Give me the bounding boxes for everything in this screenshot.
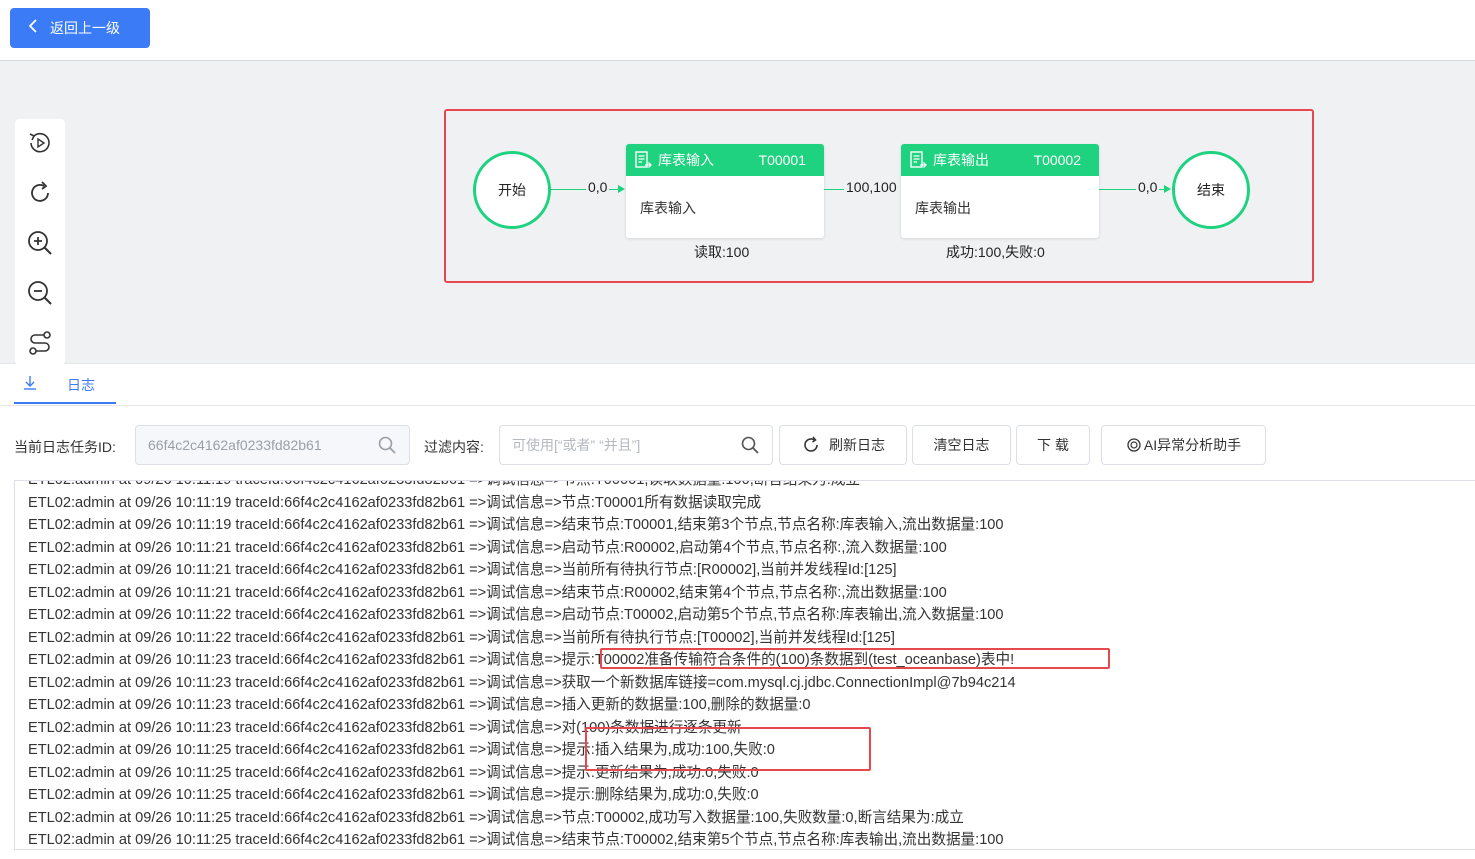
log-line: ETL02:admin at 09/26 10:11:21 traceId:66…: [28, 539, 947, 556]
start-node-label: 开始: [498, 182, 526, 198]
node-code: T00001: [758, 152, 806, 168]
end-node-label: 结束: [1197, 182, 1225, 198]
zoom-out-icon[interactable]: [24, 277, 56, 309]
node-table-input[interactable]: 库表输入 T00001 库表输入: [626, 144, 824, 238]
download-button[interactable]: 下 载: [1016, 425, 1090, 465]
node-table-output[interactable]: 库表输出 T00002 库表输出: [901, 144, 1099, 238]
replay-icon[interactable]: [24, 127, 56, 159]
log-line: ETL02:admin at 09/26 10:11:23 traceId:66…: [28, 719, 742, 736]
refresh-icon[interactable]: [24, 177, 56, 209]
node-header: 库表输入 T00001: [626, 144, 824, 176]
zoom-in-icon[interactable]: [24, 227, 56, 259]
download-icon[interactable]: [14, 374, 46, 404]
node-body: 库表输出: [915, 200, 971, 216]
connector-label: 0,0: [1136, 179, 1160, 195]
table-input-icon: [634, 151, 652, 169]
log-line: ETL02:admin at 09/26 10:11:23 traceId:66…: [28, 652, 1015, 668]
log-line: ETL02:admin at 09/26 10:11:19 traceId:66…: [28, 494, 762, 511]
clear-log-button[interactable]: 清空日志: [912, 425, 1011, 465]
log-line: ETL02:admin at 09/26 10:11:21 traceId:66…: [28, 584, 947, 601]
ai-assistant-button[interactable]: AI异常分析助手: [1101, 425, 1266, 465]
log-line: ETL02:admin at 09/26 10:11:25 traceId:66…: [28, 787, 759, 803]
log-line: ETL02:admin at 09/26 10:11:19 traceId:66…: [28, 480, 861, 488]
connector-label: 0,0: [586, 179, 610, 195]
bottom-tabs: 日志: [0, 364, 1475, 406]
start-node[interactable]: 开始: [473, 151, 551, 229]
log-line: ETL02:admin at 09/26 10:11:25 traceId:66…: [28, 809, 964, 826]
log-line: ETL02:admin at 09/26 10:11:25 traceId:66…: [28, 832, 1004, 848]
task-id-value: 66f4c2c4162af0233fd82b61: [148, 437, 322, 453]
arrow-icon: [618, 185, 625, 193]
log-line: ETL02:admin at 09/26 10:11:23 traceId:66…: [28, 697, 811, 713]
arrow-icon: [1164, 185, 1171, 193]
route-icon[interactable]: [24, 327, 56, 359]
filter-input[interactable]: 可使用[“或者” “并且”]: [499, 425, 773, 465]
back-button-label: 返回上一级: [50, 20, 120, 36]
node-code: T00002: [1033, 152, 1081, 168]
end-node[interactable]: 结束: [1172, 151, 1250, 229]
log-line: ETL02:admin at 09/26 10:11:25 traceId:66…: [28, 764, 759, 781]
node-stat: 成功:100,失败:0: [946, 244, 1045, 260]
back-button[interactable]: 返回上一级: [10, 8, 150, 48]
connector-label: 100,100: [844, 179, 901, 195]
log-line: ETL02:admin at 09/26 10:11:25 traceId:66…: [28, 742, 775, 758]
log-line: ETL02:admin at 09/26 10:11:21 traceId:66…: [28, 562, 897, 578]
canvas-toolbar: [15, 119, 65, 365]
top-bar: 返回上一级: [0, 0, 1475, 60]
node-body: 库表输入: [640, 200, 696, 216]
node-title: 库表输入: [658, 152, 714, 168]
ai-icon: [1127, 438, 1141, 452]
flow-canvas[interactable]: 开始 0,0 库表输入 T00001 库表输入 读取:100 100,100 库…: [0, 60, 1475, 365]
task-id-input: 66f4c2c4162af0233fd82b61: [135, 425, 410, 465]
search-icon: [377, 435, 397, 455]
log-line: ETL02:admin at 09/26 10:11:22 traceId:66…: [28, 629, 895, 646]
refresh-log-button[interactable]: 刷新日志: [779, 425, 907, 465]
log-filter-bar: 当前日志任务ID: 66f4c2c4162af0233fd82b61 过滤内容:…: [0, 425, 1475, 467]
table-output-icon: [909, 151, 927, 169]
filter-label: 过滤内容:: [424, 439, 484, 455]
node-stat: 读取:100: [694, 244, 750, 260]
log-line: ETL02:admin at 09/26 10:11:22 traceId:66…: [28, 607, 1004, 623]
clear-log-label: 清空日志: [933, 437, 990, 453]
node-title: 库表输出: [933, 152, 989, 168]
search-icon[interactable]: [740, 435, 760, 455]
log-line: ETL02:admin at 09/26 10:11:19 traceId:66…: [28, 517, 1004, 533]
log-panel[interactable]: ETL02:admin at 09/26 10:11:25 traceId:66…: [14, 480, 1475, 850]
tab-log[interactable]: 日志: [46, 374, 116, 404]
chevron-left-icon: [28, 19, 38, 37]
filter-placeholder: 可使用[“或者” “并且”]: [512, 437, 641, 453]
download-label: 下 载: [1037, 437, 1069, 453]
refresh-icon: [804, 436, 818, 452]
node-header: 库表输出 T00002: [901, 144, 1099, 176]
task-id-label: 当前日志任务ID:: [14, 439, 116, 455]
ai-assistant-label: AI异常分析助手: [1143, 437, 1242, 453]
log-line: ETL02:admin at 09/26 10:11:23 traceId:66…: [28, 674, 1016, 691]
refresh-log-label: 刷新日志: [829, 437, 885, 453]
